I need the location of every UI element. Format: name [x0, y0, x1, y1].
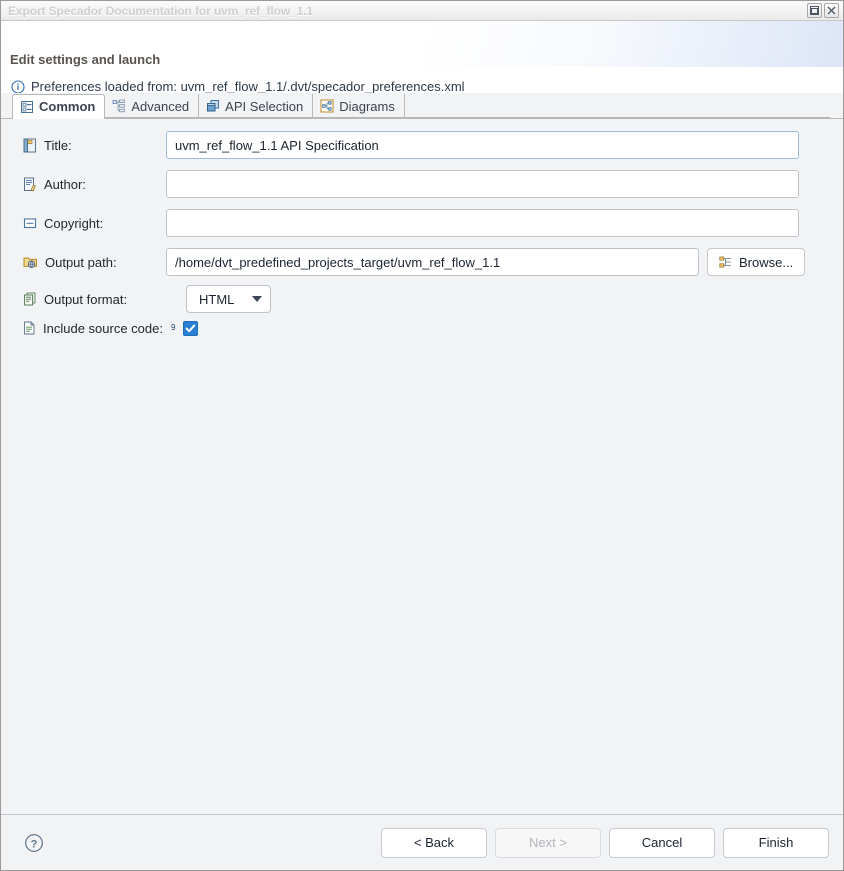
tab-common[interactable]: Common [12, 94, 105, 118]
tab-diagrams-label: Diagrams [339, 99, 395, 114]
tab-advanced[interactable]: Advanced [105, 94, 199, 118]
browse-button[interactable]: Browse... [707, 248, 805, 276]
dialog-header: Edit settings and launch Preferences loa… [1, 21, 843, 93]
tab-bar: Common Advanced API Selection [1, 93, 843, 118]
finish-button[interactable]: Finish [723, 828, 829, 858]
help-question-icon: ? [24, 833, 44, 853]
status-message: Preferences loaded from: uvm_ref_flow_1.… [11, 79, 465, 93]
window-controls [807, 3, 839, 18]
browse-button-label: Browse... [739, 255, 793, 270]
output-format-label-text: Output format: [44, 292, 127, 307]
title-label: Title: [1, 138, 166, 153]
include-source-label: Include source code: 9 [1, 321, 175, 336]
diagram-icon [320, 99, 334, 113]
chevron-down-icon [252, 296, 262, 302]
include-source-checkbox[interactable] [183, 321, 198, 336]
author-label: Author: [1, 177, 166, 192]
back-button-label: < Back [414, 835, 454, 850]
checkmark-icon [185, 323, 196, 334]
tab-diagrams[interactable]: Diagrams [313, 94, 405, 118]
help-button[interactable]: ? [23, 832, 45, 854]
row-include-source: Include source code: 9 [1, 317, 843, 339]
output-path-label: Output path: [1, 255, 166, 270]
folder-globe-icon [23, 255, 38, 269]
next-button-label: Next > [529, 835, 567, 850]
maximize-icon [810, 6, 819, 15]
copyright-label-text: Copyright: [44, 216, 103, 231]
browse-folder-icon [719, 256, 733, 269]
svg-text:?: ? [31, 838, 38, 850]
status-message-text: Preferences loaded from: uvm_ref_flow_1.… [31, 79, 465, 93]
tab-api-selection-label: API Selection [225, 99, 303, 114]
row-output-path: Output path: Browse... [1, 248, 843, 276]
tab-advanced-label: Advanced [131, 99, 189, 114]
copyright-box-icon [23, 216, 37, 230]
row-copyright: Copyright: [1, 209, 843, 237]
documents-icon [23, 292, 37, 306]
source-file-icon [23, 321, 36, 335]
close-button[interactable] [824, 3, 839, 18]
cancel-button-label: Cancel [642, 835, 682, 850]
export-specador-dialog: Export Specador Documentation for uvm_re… [0, 0, 844, 871]
output-format-label: Output format: [1, 292, 166, 307]
title-input[interactable] [166, 131, 799, 159]
output-path-label-text: Output path: [45, 255, 117, 270]
row-author: Author: [1, 170, 843, 198]
finish-button-label: Finish [759, 835, 794, 850]
window-title: Export Specador Documentation for uvm_re… [8, 4, 313, 18]
row-title: Title: [1, 131, 843, 159]
title-label-text: Title: [44, 138, 72, 153]
cancel-button[interactable]: Cancel [609, 828, 715, 858]
author-input[interactable] [166, 170, 799, 198]
include-source-superscript: 9 [171, 324, 175, 332]
row-output-format: Output format: HTML [1, 285, 843, 313]
output-format-select[interactable]: HTML [186, 285, 271, 313]
author-label-text: Author: [44, 177, 86, 192]
output-format-value: HTML [199, 292, 234, 307]
tab-api-selection[interactable]: API Selection [199, 94, 313, 118]
form-list-icon [20, 100, 34, 114]
form-panel: Title: Author: Copy [1, 118, 843, 814]
copyright-label: Copyright: [1, 216, 166, 231]
page-title: Edit settings and launch [10, 52, 160, 67]
copyright-input[interactable] [166, 209, 799, 237]
next-button: Next > [495, 828, 601, 858]
book-icon [23, 138, 37, 153]
include-source-label-text: Include source code: [43, 321, 163, 336]
hierarchy-icon [112, 99, 126, 113]
dialog-footer: ? < Back Next > Cancel Finish [1, 814, 843, 870]
window-titlebar: Export Specador Documentation for uvm_re… [1, 1, 843, 21]
header-gradient [423, 21, 843, 67]
maximize-button[interactable] [807, 3, 822, 18]
back-button[interactable]: < Back [381, 828, 487, 858]
stacked-windows-icon [206, 99, 220, 113]
info-icon [11, 80, 25, 94]
close-icon [827, 6, 836, 15]
tab-common-label: Common [39, 99, 95, 114]
output-path-input[interactable] [166, 248, 699, 276]
author-document-icon [23, 177, 37, 192]
